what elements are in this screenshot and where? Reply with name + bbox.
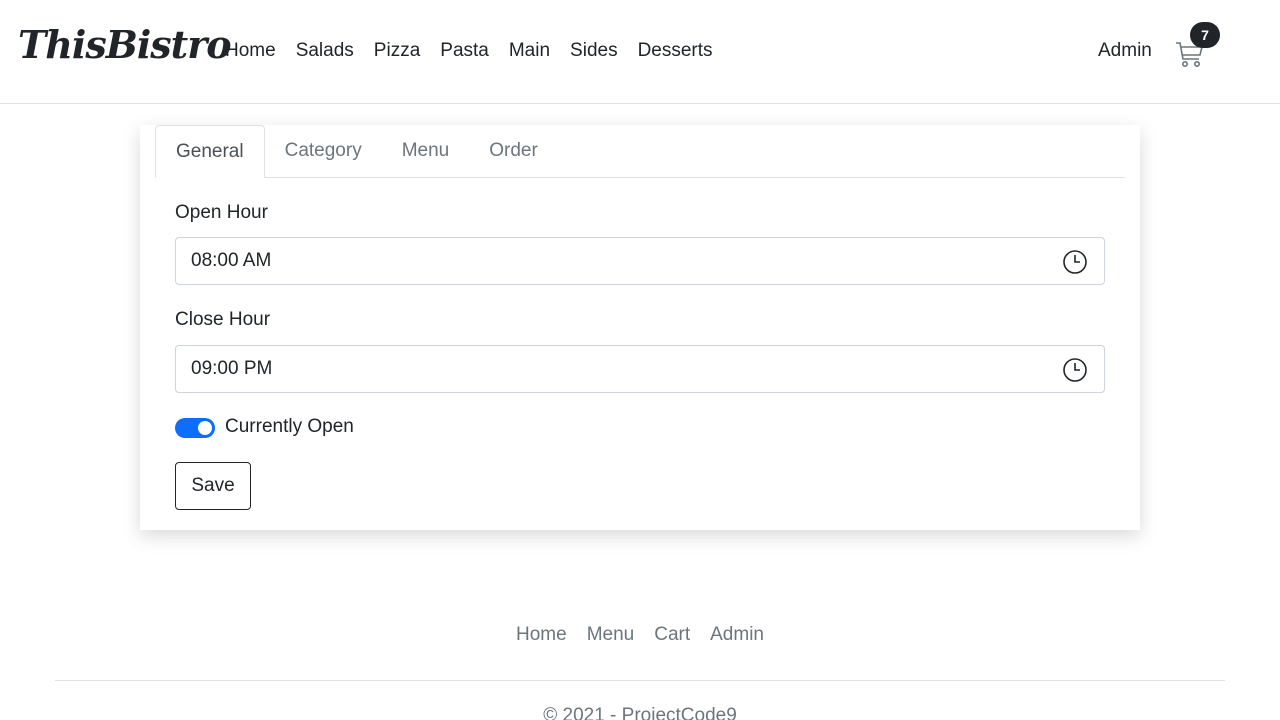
- nav-item-sides[interactable]: Sides: [560, 38, 628, 64]
- currently-open-toggle[interactable]: [175, 418, 215, 438]
- tab-general[interactable]: General: [155, 125, 265, 178]
- footer-divider: [55, 680, 1225, 681]
- close-hour-value: 09:00 PM: [191, 358, 273, 379]
- copyright-text: © 2021 - ProjectCode9: [543, 705, 737, 720]
- nav-item-salads[interactable]: Salads: [286, 38, 364, 64]
- close-hour-label: Close Hour: [175, 309, 271, 330]
- footer-link-home[interactable]: Home: [506, 624, 577, 646]
- tab-menu[interactable]: Menu: [382, 125, 470, 178]
- brand-logo[interactable]: ThisBistro: [18, 22, 232, 67]
- nav-item-home[interactable]: Home: [215, 38, 286, 64]
- open-hour-value: 08:00 AM: [191, 250, 272, 271]
- footer-nav: Home Menu Cart Admin: [0, 624, 1280, 646]
- footer-link-admin[interactable]: Admin: [700, 624, 774, 646]
- main-nav: Home Salads Pizza Pasta Main Sides Desse…: [215, 38, 723, 64]
- toggle-knob: [198, 421, 212, 435]
- footer-link-cart[interactable]: Cart: [644, 624, 700, 646]
- nav-item-pizza[interactable]: Pizza: [364, 38, 430, 64]
- clock-icon[interactable]: [1062, 357, 1088, 383]
- nav-item-admin[interactable]: Admin: [1088, 40, 1162, 62]
- navbar: ThisBistro Home Salads Pizza Pasta Main …: [0, 0, 1280, 104]
- cart-count-badge: 7: [1190, 22, 1220, 48]
- settings-card: General Category Menu Order Open Hour 08…: [140, 125, 1140, 530]
- nav-item-pasta[interactable]: Pasta: [430, 38, 499, 64]
- tab-category[interactable]: Category: [265, 125, 382, 178]
- open-hour-input[interactable]: 08:00 AM: [175, 237, 1105, 285]
- nav-item-main[interactable]: Main: [499, 38, 560, 64]
- open-hour-label: Open Hour: [175, 202, 268, 223]
- save-button[interactable]: Save: [175, 462, 251, 510]
- tab-order[interactable]: Order: [469, 125, 558, 178]
- footer-link-menu[interactable]: Menu: [577, 624, 645, 646]
- currently-open-label: Currently Open: [225, 416, 354, 437]
- clock-icon[interactable]: [1062, 249, 1088, 275]
- close-hour-input[interactable]: 09:00 PM: [175, 345, 1105, 393]
- nav-item-desserts[interactable]: Desserts: [628, 38, 723, 64]
- settings-tabs: General Category Menu Order: [155, 125, 1125, 178]
